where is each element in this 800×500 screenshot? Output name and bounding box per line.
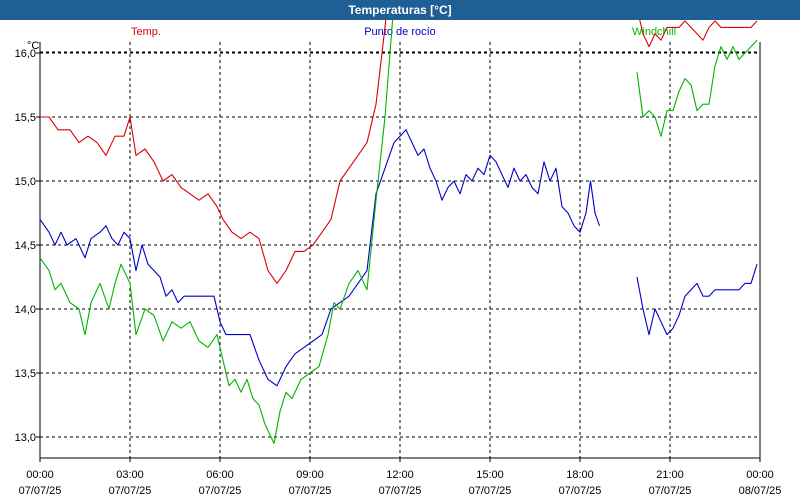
x-tick-time: 00:00 [26,469,54,481]
series-windchill-line [636,39,758,137]
x-tick-date: 07/07/25 [649,485,692,497]
chart-title: Temperaturas [°C] [348,3,452,17]
x-tick-time: 03:00 [116,469,144,481]
x-tick-time: 12:00 [386,469,414,481]
y-tick-label: 13,0 [15,432,36,444]
series-dew-point-line [636,264,758,336]
x-tick-date: 07/07/25 [109,485,152,497]
x-tick-time: 00:00 [746,469,774,481]
x-tick-date: 07/07/25 [379,485,422,497]
series-temp-line [639,20,758,48]
x-tick-date: 07/07/25 [19,485,62,497]
y-tick-label: 14,5 [15,240,36,252]
series-temp-line [40,20,387,284]
y-tick-label: 15,0 [15,176,36,188]
x-tick-date: 07/07/25 [469,485,512,497]
chart-title-bar: Temperaturas [°C] [0,0,800,20]
x-tick-time: 09:00 [296,469,324,481]
x-tick-date: 07/07/25 [289,485,332,497]
x-tick-date: 08/07/25 [739,485,782,497]
y-tick-label: 13,5 [15,368,36,380]
chart-grid [40,42,760,458]
x-tick-time: 21:00 [656,469,684,481]
x-axis-ticks: 00:00 07/07/25 03:00 07/07/25 06:00 07/07/25 0… [19,458,782,497]
x-tick-time: 18:00 [566,469,594,481]
x-tick-time: 15:00 [476,469,504,481]
series-dew-point-line [39,129,601,387]
y-tick-label: 14,0 [15,304,36,316]
x-tick-date: 07/07/25 [199,485,242,497]
y-tick-label: 16,0 [15,48,36,60]
y-tick-label: 15,5 [15,112,36,124]
y-axis-ticks: 13,013,514,014,515,015,516,016,517,017,5… [15,48,40,444]
x-tick-date: 07/07/25 [559,485,602,497]
series-lines [39,20,758,444]
x-tick-time: 06:00 [206,469,234,481]
temperature-chart: 13,013,514,014,515,015,516,016,517,017,5… [15,20,782,497]
